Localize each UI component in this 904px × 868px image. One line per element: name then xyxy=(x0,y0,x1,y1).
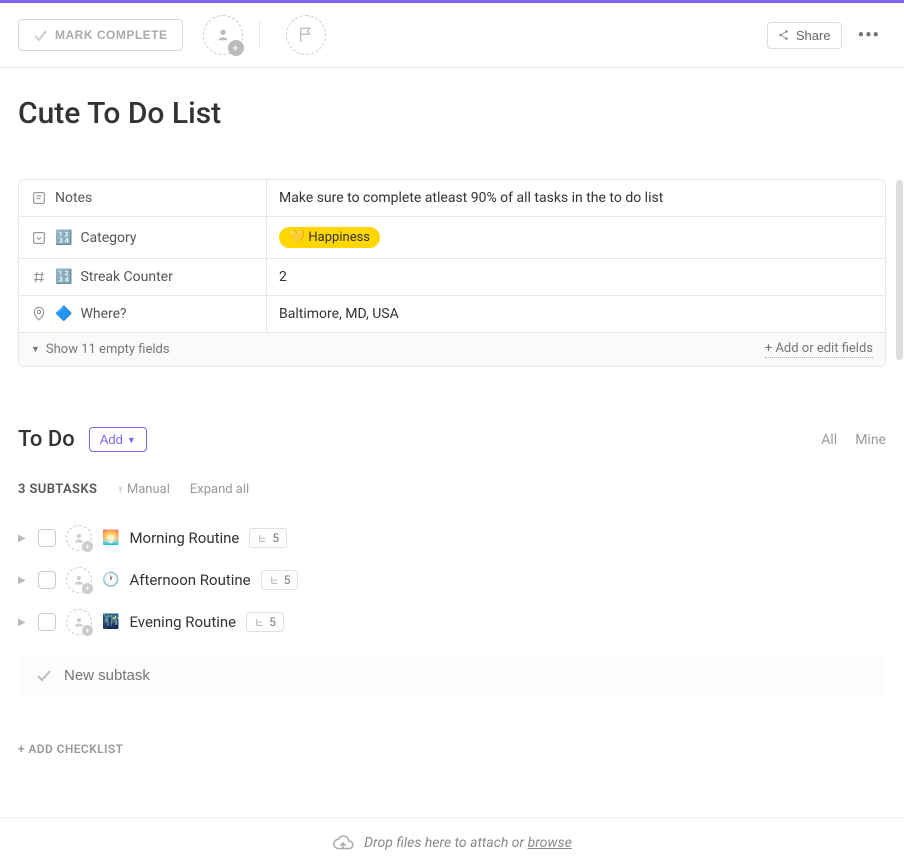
subtask-tree-icon xyxy=(254,617,265,628)
hash-icon xyxy=(31,269,47,285)
new-subtask-row[interactable] xyxy=(18,655,886,696)
field-value-where[interactable]: Baltimore, MD, USA xyxy=(267,296,885,332)
subtask-row: ▶ + 🕐 Afternoon Routine 5 xyxy=(18,559,886,601)
field-label-streak: 🔢 Streak Counter xyxy=(19,259,267,295)
sort-label: Manual xyxy=(127,482,170,497)
count-value: 5 xyxy=(269,615,276,629)
notes-label-text: Notes xyxy=(55,190,92,206)
people-icon xyxy=(214,26,232,44)
dropzone-text: Drop files here to attach or xyxy=(364,835,527,851)
expand-caret[interactable]: ▶ xyxy=(18,533,28,544)
field-row-notes: Notes Make sure to complete atleast 90% … xyxy=(19,180,885,217)
field-row-category: 🔢 Category 💛 Happiness xyxy=(19,217,885,259)
plus-icon: + xyxy=(82,625,93,636)
category-label-text: Category xyxy=(80,230,136,246)
field-value-streak[interactable]: 2 xyxy=(267,259,885,295)
category-tag[interactable]: 💛 Happiness xyxy=(279,227,380,248)
count-value: 5 xyxy=(284,573,291,587)
assignee-button[interactable]: + xyxy=(66,525,92,551)
field-row-where: 🔷 Where? Baltimore, MD, USA xyxy=(19,296,885,333)
subtask-tree-icon xyxy=(257,533,268,544)
add-assignee-button[interactable]: + xyxy=(203,15,243,55)
upload-cloud-icon xyxy=(332,832,354,854)
check-icon xyxy=(36,668,52,684)
subtask-child-count[interactable]: 5 xyxy=(249,528,287,548)
subtask-checkbox[interactable] xyxy=(38,571,56,589)
subtask-controls: 3 SUBTASKS ↑ Manual Expand all xyxy=(18,482,886,497)
streak-label-text: Streak Counter xyxy=(80,269,172,285)
section-header: To Do Add ▼ All Mine xyxy=(18,427,886,452)
subtask-child-count[interactable]: 5 xyxy=(261,570,299,590)
plus-icon: + xyxy=(82,583,93,594)
chevron-down-icon: ▼ xyxy=(31,344,40,355)
attachment-drop-zone[interactable]: Drop files here to attach or browse xyxy=(0,817,904,868)
expand-caret[interactable]: ▶ xyxy=(18,575,28,586)
subtask-checkbox[interactable] xyxy=(38,613,56,631)
chevron-down-icon: ▼ xyxy=(127,435,136,445)
field-value-category[interactable]: 💛 Happiness xyxy=(267,217,885,258)
add-edit-fields-button[interactable]: + Add or edit fields xyxy=(765,341,873,358)
assignee-button[interactable]: + xyxy=(66,567,92,593)
subtask-row: ▶ + 🌅 Morning Routine 5 xyxy=(18,517,886,559)
fields-footer: ▼ Show 11 empty fields + Add or edit fie… xyxy=(19,333,885,366)
streak-emoji: 🔢 xyxy=(55,269,72,285)
subtask-tree-icon xyxy=(269,575,280,586)
field-row-streak: 🔢 Streak Counter 2 xyxy=(19,259,885,296)
subtask-name[interactable]: Afternoon Routine xyxy=(129,571,250,589)
subtask-row: ▶ + 🌃 Evening Routine 5 xyxy=(18,601,886,643)
expand-all-button[interactable]: Expand all xyxy=(190,482,249,497)
share-button[interactable]: Share xyxy=(767,22,842,49)
browse-link[interactable]: browse xyxy=(528,835,572,851)
share-icon xyxy=(778,29,790,41)
share-label: Share xyxy=(796,28,831,43)
divider xyxy=(259,21,260,49)
subtask-sort-button[interactable]: ↑ Manual xyxy=(117,482,170,497)
subtask-checkbox[interactable] xyxy=(38,529,56,547)
field-label-category: 🔢 Category xyxy=(19,217,267,258)
location-icon xyxy=(31,306,47,322)
subtask-list: ▶ + 🌅 Morning Routine 5 ▶ + 🕐 Afternoon … xyxy=(18,517,886,643)
toolbar: MARK COMPLETE + Share ••• xyxy=(0,3,904,68)
show-empty-label: Show 11 empty fields xyxy=(46,342,170,357)
new-subtask-input[interactable] xyxy=(64,667,868,684)
plus-icon: + xyxy=(82,541,93,552)
more-menu-button[interactable]: ••• xyxy=(852,19,886,52)
custom-fields-table: Notes Make sure to complete atleast 90% … xyxy=(18,179,886,367)
add-subtask-button[interactable]: Add ▼ xyxy=(89,427,147,452)
subtask-emoji: 🌃 xyxy=(102,614,119,630)
check-icon xyxy=(33,28,47,42)
dropdown-icon xyxy=(31,230,47,246)
show-empty-fields-button[interactable]: ▼ Show 11 empty fields xyxy=(31,342,170,357)
section-title: To Do xyxy=(18,427,75,452)
assignee-button[interactable]: + xyxy=(66,609,92,635)
scrollbar[interactable] xyxy=(896,180,903,360)
subtask-name[interactable]: Evening Routine xyxy=(129,613,236,631)
plus-badge-icon: + xyxy=(228,40,244,56)
where-label-text: Where? xyxy=(80,306,126,322)
filter-all[interactable]: All xyxy=(821,432,837,448)
subtask-name[interactable]: Morning Routine xyxy=(129,529,239,547)
where-emoji: 🔷 xyxy=(55,306,72,322)
mark-complete-button[interactable]: MARK COMPLETE xyxy=(18,19,183,51)
priority-flag-button[interactable] xyxy=(286,15,326,55)
subtask-count-label: 3 SUBTASKS xyxy=(18,482,97,497)
field-value-notes[interactable]: Make sure to complete atleast 90% of all… xyxy=(267,180,885,216)
add-checklist-button[interactable]: + ADD CHECKLIST xyxy=(18,742,886,756)
page-title[interactable]: Cute To Do List xyxy=(18,96,886,131)
field-label-where: 🔷 Where? xyxy=(19,296,267,332)
subtask-child-count[interactable]: 5 xyxy=(246,612,284,632)
expand-caret[interactable]: ▶ xyxy=(18,617,28,628)
field-label-notes: Notes xyxy=(19,180,267,216)
arrow-up-icon: ↑ xyxy=(117,483,123,496)
flag-icon xyxy=(297,26,315,44)
filter-mine[interactable]: Mine xyxy=(855,432,886,448)
count-value: 5 xyxy=(272,531,279,545)
subtask-emoji: 🌅 xyxy=(102,530,119,546)
notes-icon xyxy=(31,190,47,206)
subtask-emoji: 🕐 xyxy=(102,572,119,588)
add-button-label: Add xyxy=(100,432,123,447)
mark-complete-label: MARK COMPLETE xyxy=(55,28,168,42)
category-emoji: 🔢 xyxy=(55,230,72,246)
